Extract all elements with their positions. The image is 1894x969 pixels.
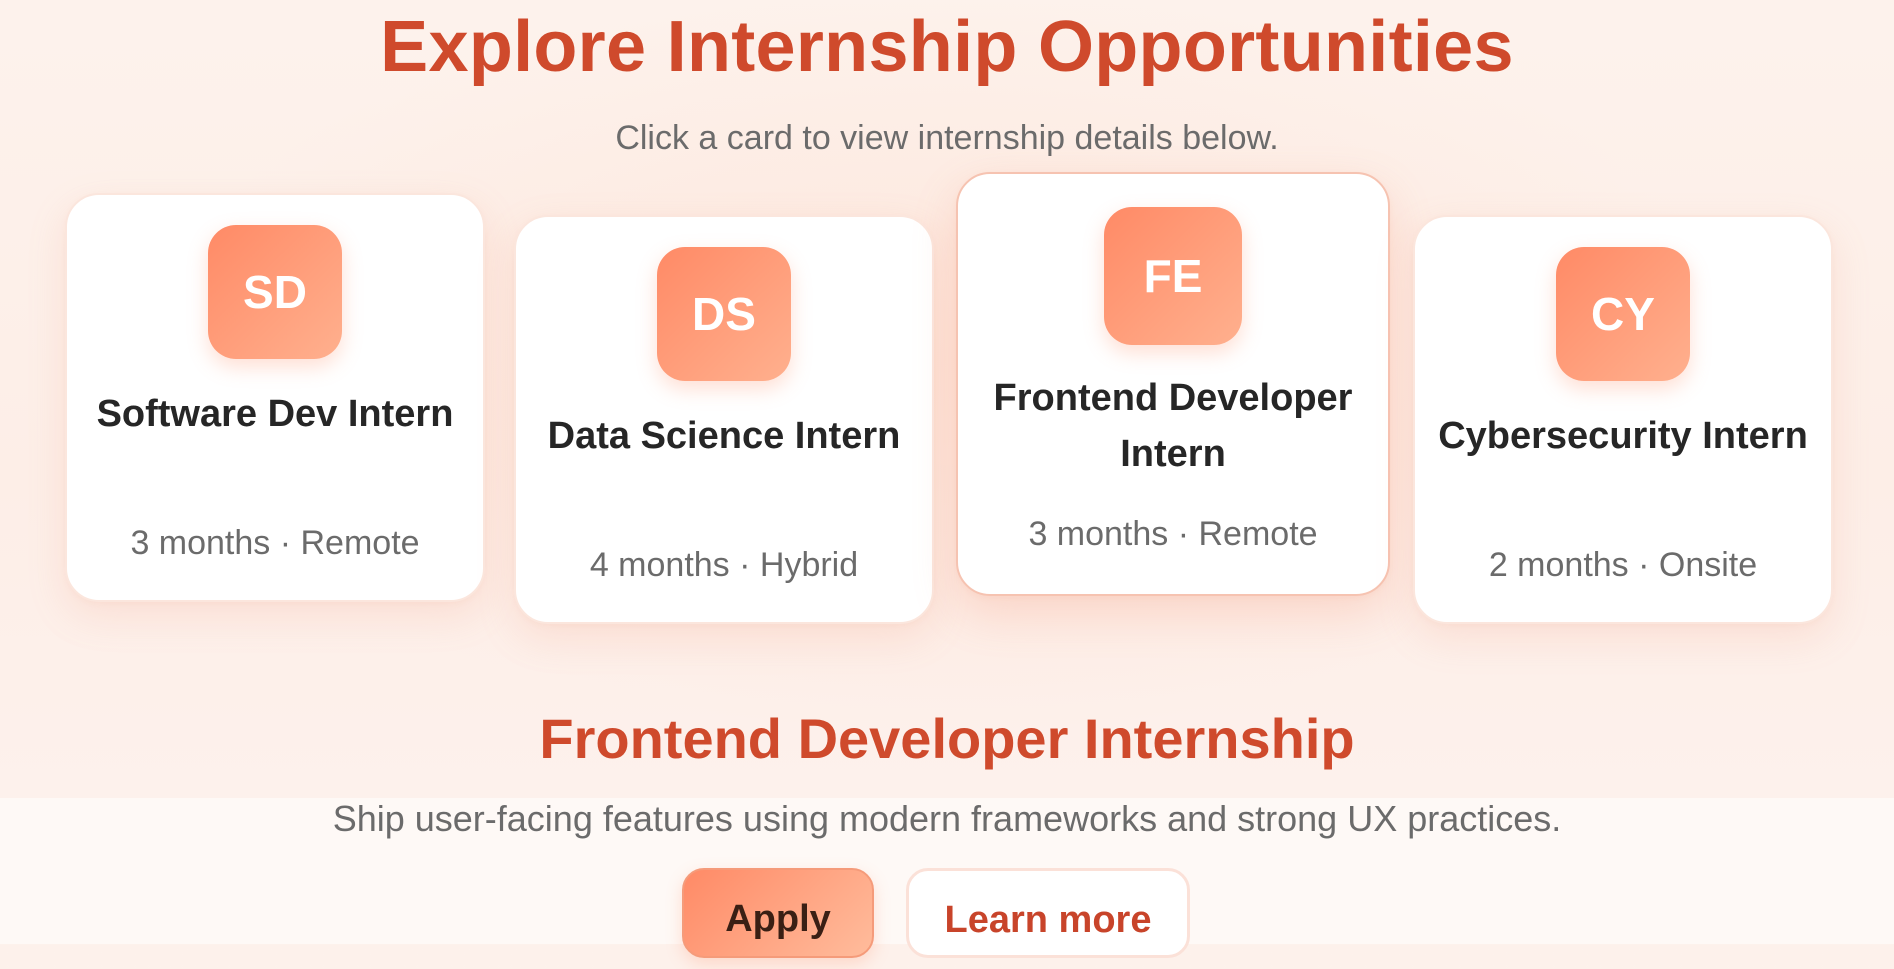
card-meta: 3 months · Remote bbox=[130, 524, 420, 562]
learn-more-button[interactable]: Learn more bbox=[906, 868, 1190, 958]
page-title: Explore Internship Opportunities bbox=[380, 7, 1514, 87]
card-title: Cybersecurity Intern bbox=[1438, 415, 1808, 457]
detail-description: Ship user-facing features using modern f… bbox=[332, 798, 1562, 839]
card-title: Software Dev Intern bbox=[96, 393, 454, 435]
card-initials-badge: CY bbox=[1556, 247, 1690, 381]
card-title: Data Science Intern bbox=[547, 415, 901, 457]
card-meta: 2 months · Onsite bbox=[1488, 546, 1758, 584]
page-subtitle: Click a card to view internship details … bbox=[615, 119, 1279, 157]
card-meta: 4 months · Hybrid bbox=[589, 546, 859, 584]
card-title: Frontend Developer Intern bbox=[993, 377, 1353, 475]
card-initials-badge: SD bbox=[208, 225, 342, 359]
apply-button[interactable]: Apply bbox=[682, 868, 874, 958]
internship-card-frontend-developer[interactable]: FE Frontend Developer Intern 3 months · … bbox=[956, 172, 1390, 596]
internship-card-cybersecurity[interactable]: CY Cybersecurity Intern 2 months · Onsit… bbox=[1413, 215, 1833, 624]
card-meta: 3 months · Remote bbox=[1028, 515, 1318, 553]
card-initials-badge: DS bbox=[657, 247, 791, 381]
internship-page: Explore Internship Opportunities Click a… bbox=[0, 0, 1894, 958]
internship-card-software-dev[interactable]: SD Software Dev Intern 3 months · Remote bbox=[65, 193, 485, 602]
internship-card-data-science[interactable]: DS Data Science Intern 4 months · Hybrid bbox=[514, 215, 934, 624]
detail-title: Frontend Developer Internship bbox=[539, 707, 1355, 770]
card-initials-badge: FE bbox=[1104, 207, 1242, 345]
